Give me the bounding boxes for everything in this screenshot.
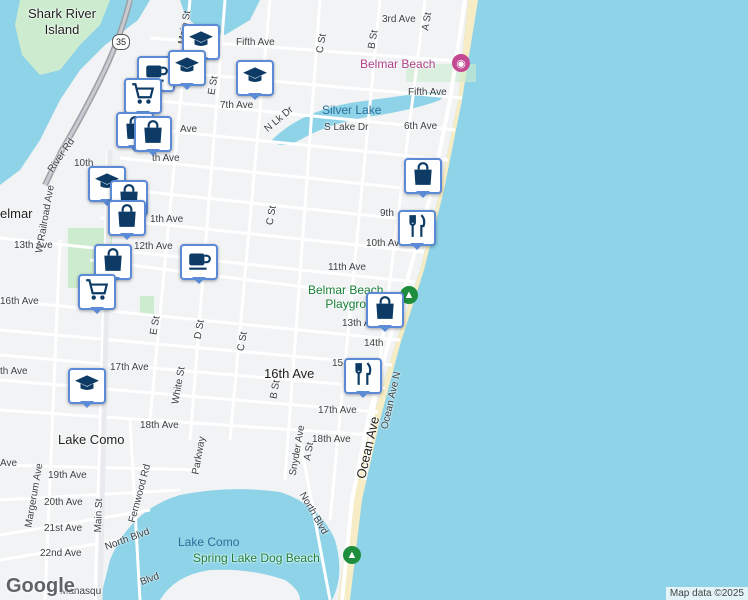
map-marker[interactable] xyxy=(168,50,206,90)
street-label: 12th Ave xyxy=(134,241,173,252)
fork-knife-icon xyxy=(404,213,430,244)
map-attribution[interactable]: Map data ©2025 xyxy=(665,587,748,600)
belmar-label: elmar xyxy=(0,206,33,221)
street-label: 15 xyxy=(332,358,344,369)
shopping-cart-icon xyxy=(130,81,156,112)
map-marker[interactable] xyxy=(398,210,436,250)
map-marker[interactable] xyxy=(180,244,218,284)
street-label: 18th Ave xyxy=(140,420,179,431)
map-marker[interactable] xyxy=(78,274,116,314)
street-label: Ave xyxy=(0,458,18,469)
street-label: Fifth Ave xyxy=(408,87,447,98)
map-view[interactable]: Shark River Island Belmar Beach Silver L… xyxy=(0,0,748,600)
shopping-cart-icon xyxy=(84,277,110,308)
spring-lake-dog-beach-label: Spring Lake Dog Beach xyxy=(193,551,320,565)
belmar-beach-label: Belmar Beach xyxy=(360,57,436,71)
shopping-bag-icon xyxy=(114,203,140,234)
fork-knife-icon xyxy=(350,361,376,392)
google-logo: Google xyxy=(6,575,75,597)
street-label: 11th Ave xyxy=(328,262,366,273)
street-label: 22nd Ave xyxy=(40,548,82,559)
map-marker[interactable] xyxy=(404,158,442,198)
street-label: Ave xyxy=(180,124,198,135)
lake-como-town-label: Lake Como xyxy=(58,432,125,447)
map-marker[interactable] xyxy=(366,292,404,332)
map-marker[interactable] xyxy=(134,116,172,156)
street-label: 7th Ave xyxy=(220,100,254,111)
street-label: 17th Ave xyxy=(110,362,149,373)
street-label: 20th Ave xyxy=(44,497,83,508)
map-marker[interactable] xyxy=(68,368,106,408)
graduation-cap-icon xyxy=(174,53,200,84)
street-label: th Ave xyxy=(0,366,28,377)
street-label: 19th Ave xyxy=(48,470,87,481)
coffee-cup-icon xyxy=(186,247,212,278)
route-35-shield: 35 xyxy=(112,34,130,50)
street-label: Main St xyxy=(92,498,106,533)
graduation-cap-icon xyxy=(242,63,268,94)
street-label: S Lake Dr xyxy=(324,122,369,133)
camera-icon[interactable]: ◉ xyxy=(452,54,470,72)
street-label: 3rd Ave xyxy=(382,14,416,25)
street-label: 18th Ave xyxy=(312,434,351,445)
street-label: 16th Ave xyxy=(0,296,39,307)
graduation-cap-icon xyxy=(74,371,100,402)
silver-lake-label: Silver Lake xyxy=(322,103,382,117)
map-marker[interactable] xyxy=(344,358,382,398)
lake-como-water-label: Lake Como xyxy=(178,535,240,549)
street-label: Fifth Ave xyxy=(236,37,275,48)
street-label: 6th Ave xyxy=(404,121,438,132)
street-label: 14th xyxy=(364,338,384,349)
street-label: 9th xyxy=(380,208,394,219)
shopping-bag-icon xyxy=(140,119,166,150)
shark-river-island-label: Shark River Island xyxy=(28,6,96,37)
street-label: 21st Ave xyxy=(44,523,83,534)
shopping-bag-icon xyxy=(372,295,398,326)
street-label: 1th Ave xyxy=(150,214,184,225)
map-marker[interactable] xyxy=(108,200,146,240)
shopping-bag-icon xyxy=(410,161,436,192)
street-label: 17th Ave xyxy=(318,405,357,416)
shopping-bag-icon xyxy=(100,247,126,278)
tree-icon[interactable]: ▲ xyxy=(343,546,361,564)
map-marker[interactable] xyxy=(236,60,274,100)
